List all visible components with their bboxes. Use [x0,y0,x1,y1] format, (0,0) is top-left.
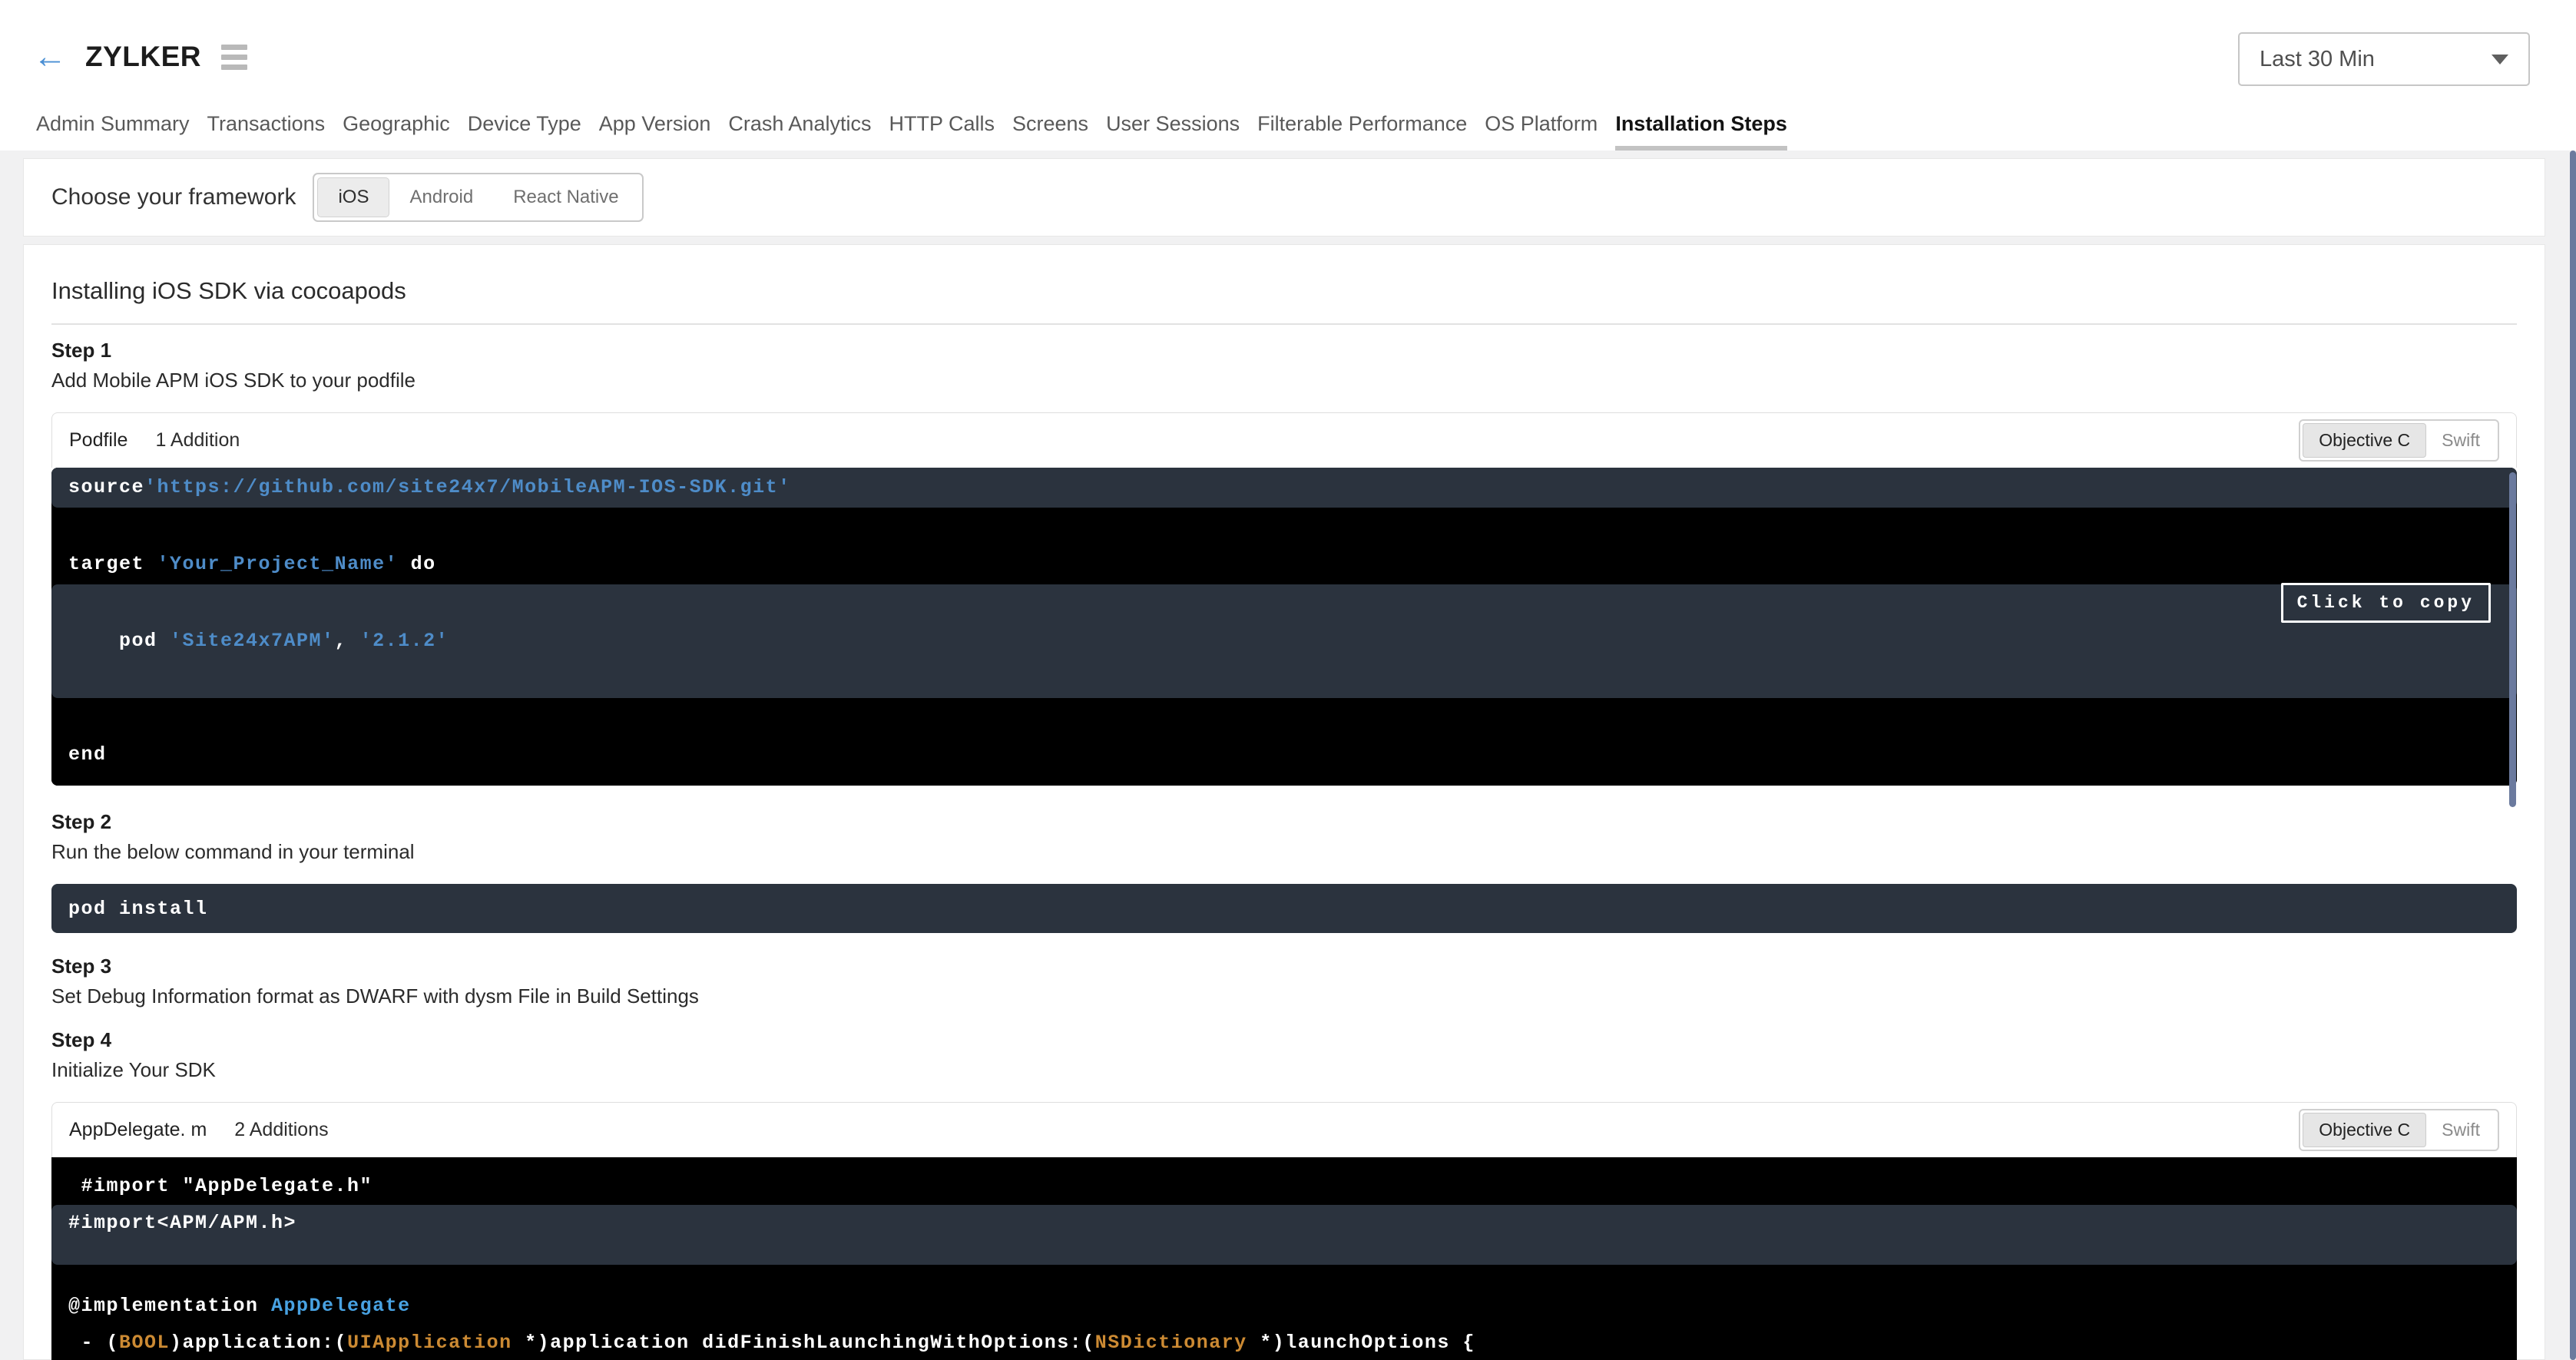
time-range-select[interactable]: Last 30 Min [2238,32,2530,86]
code-line: #import<APM/APM.h> [68,1205,2500,1242]
step-1-title: Step 1 [51,339,2517,362]
file-name: AppDelegate. m [69,1119,207,1141]
tab-admin-summary[interactable]: Admin Summary [36,112,190,151]
code-row: #import<APM/APM.h> [51,1205,2517,1265]
tab-screens[interactable]: Screens [1012,112,1088,151]
file-name: Podfile [69,429,127,452]
step-4-title: Step 4 [51,1028,2517,1052]
screen: ← ZYLKER Last 30 Min Admin Summary Trans… [0,0,2576,1360]
language-option-objective-c[interactable]: Objective C [2303,423,2426,458]
step-3-title: Step 3 [51,955,2517,978]
page-title: Installing iOS SDK via cocoapods [51,277,2517,305]
tab-device-type[interactable]: Device Type [468,112,581,151]
podfile-code-block: Click to copy source'https://github.com/… [51,468,2517,786]
step-1-description: Add Mobile APM iOS SDK to your podfile [51,369,2517,392]
code-line [68,584,2500,621]
code-line [68,1242,2500,1265]
code-line: - (BOOL)application:(UIApplication *)app… [68,1325,2500,1360]
code-line: @implementation AppDelegate [68,1288,2500,1325]
code-row: end [51,698,2517,786]
code-line [68,1265,2500,1288]
time-range-value: Last 30 Min [2260,47,2492,72]
code-line: pod 'Site24x7APM', '2.1.2' [68,621,2500,661]
code-row: #import "AppDelegate.h" [51,1157,2517,1205]
code-row: @implementation AppDelegate - (BOOL)appl… [51,1265,2517,1360]
language-option-swift[interactable]: Swift [2426,1113,2495,1147]
chevron-down-icon [2492,55,2508,65]
tab-transactions[interactable]: Transactions [207,112,326,151]
brand-row: ← ZYLKER [33,40,249,74]
appdelegate-code-section: AppDelegate. m 2 Additions Objective C S… [51,1102,2517,1360]
tab-os-platform[interactable]: OS Platform [1485,112,1598,151]
code-row: target 'Your_Project_Name' do [51,508,2517,584]
code-line [68,661,2500,698]
language-option-swift[interactable]: Swift [2426,424,2495,457]
code-scrollbar[interactable] [2509,472,2516,807]
hamburger-icon[interactable] [220,41,249,73]
tab-app-version[interactable]: App Version [599,112,711,151]
language-toggle: Objective C Swift [2299,1109,2499,1151]
appdelegate-code-header: AppDelegate. m 2 Additions Objective C S… [51,1102,2517,1157]
additions-count: 1 Addition [155,429,240,452]
framework-toggle: iOS Android React Native [313,173,643,222]
language-toggle: Objective C Swift [2299,419,2499,462]
podfile-code-header: Podfile 1 Addition Objective C Swift [51,412,2517,468]
back-arrow-icon[interactable]: ← [33,40,67,74]
monitor-title: ZYLKER [85,41,201,73]
code-line [68,698,2500,735]
tab-http-calls[interactable]: HTTP Calls [889,112,995,151]
terminal-command-block: pod install [51,884,2517,933]
framework-option-react-native[interactable]: React Native [493,178,638,217]
tab-user-sessions[interactable]: User Sessions [1106,112,1240,151]
nav-tabs: Admin Summary Transactions Geographic De… [36,112,1787,151]
code-line: target 'Your_Project_Name' do [68,544,2500,584]
framework-card: Choose your framework iOS Android React … [23,158,2545,237]
step-3-description: Set Debug Information format as DWARF wi… [51,984,2517,1008]
step-2-description: Run the below command in your terminal [51,840,2517,864]
tab-geographic[interactable]: Geographic [343,112,450,151]
app-header: ← ZYLKER Last 30 Min Admin Summary Trans… [0,0,2576,151]
code-line [68,508,2500,544]
code-line: source'https://github.com/site24x7/Mobil… [68,468,2500,508]
divider [51,323,2517,325]
terminal-command: pod install [68,898,208,920]
framework-option-ios[interactable]: iOS [317,177,389,217]
additions-count: 2 Additions [234,1119,328,1141]
framework-option-android[interactable]: Android [389,178,493,217]
tab-crash-analytics[interactable]: Crash Analytics [728,112,871,151]
installation-card: Installing iOS SDK via cocoapods Step 1 … [23,244,2545,1360]
step-4-description: Initialize Your SDK [51,1058,2517,1082]
podfile-code-section: Podfile 1 Addition Objective C Swift Cli… [51,412,2517,786]
code-row: pod 'Site24x7APM', '2.1.2' [51,584,2517,698]
copy-button[interactable]: Click to copy [2281,583,2491,623]
appdelegate-code-block: #import "AppDelegate.h"#import<APM/APM.h… [51,1157,2517,1360]
language-option-objective-c[interactable]: Objective C [2303,1113,2426,1147]
framework-label: Choose your framework [51,184,296,210]
code-line: end [68,735,2500,775]
tab-installation-steps[interactable]: Installation Steps [1615,112,1787,151]
step-2-title: Step 2 [51,810,2517,834]
page-scrollbar[interactable] [2570,151,2576,1360]
code-row: source'https://github.com/site24x7/Mobil… [51,468,2517,508]
code-line: #import "AppDelegate.h" [68,1168,2500,1205]
tab-filterable-performance[interactable]: Filterable Performance [1257,112,1467,151]
